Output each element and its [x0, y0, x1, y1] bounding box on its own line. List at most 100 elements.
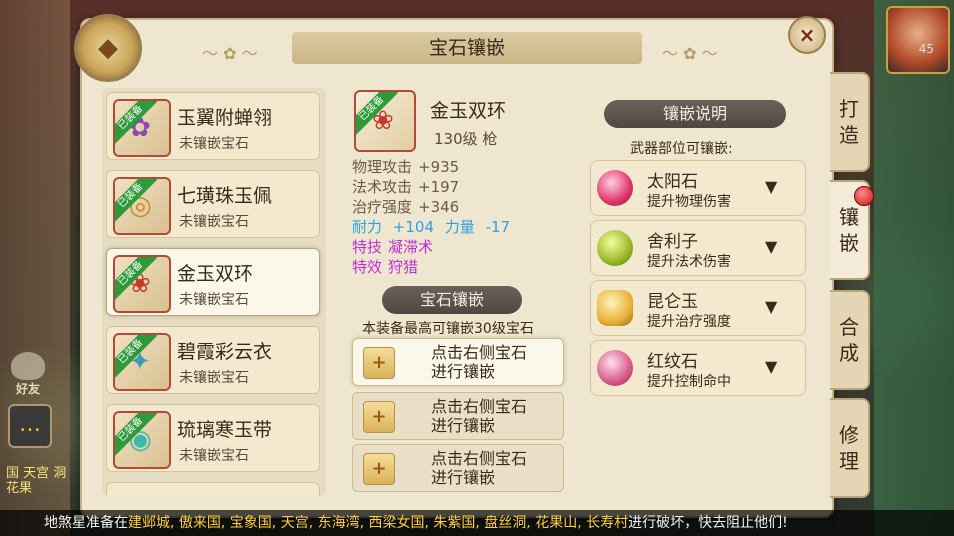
slot-hint-line: 点击右侧宝石: [431, 343, 528, 362]
gem-limit-text: 本装备最高可镶嵌30级宝石: [362, 321, 534, 337]
friend-button[interactable]: 好友: [8, 352, 48, 400]
red-stripe-stone-icon: [597, 350, 633, 386]
slot-hint-line: 点击右侧宝石: [431, 449, 528, 468]
stat-label: 物理攻击: [352, 158, 413, 176]
skill-value: 凝滞术: [388, 238, 434, 256]
tab-combine[interactable]: 合成: [830, 290, 870, 390]
dropdown-arrow-icon: ▼: [765, 237, 778, 256]
stat-row: 治疗强度 +346: [352, 196, 459, 217]
gem-desc: 提升物理伤害: [647, 194, 731, 210]
equipment-item-partial[interactable]: [106, 482, 320, 496]
detail-name: 金玉双环: [430, 100, 507, 122]
kunlun-jade-icon: [597, 290, 633, 326]
gem-option[interactable]: 舍利子 提升法术伤害 ▼: [590, 220, 806, 276]
equipment-name: 玉翼附蝉翎: [177, 107, 273, 129]
close-button[interactable]: ×: [788, 16, 826, 54]
stat-label: 法术攻击: [352, 178, 413, 196]
player-avatar[interactable]: [886, 6, 950, 74]
dropdown-arrow-icon: ▼: [765, 357, 778, 376]
plus-icon: +: [363, 347, 395, 379]
attr-value: +104: [392, 218, 434, 236]
gem-desc: 提升治疗强度: [647, 314, 731, 330]
friend-label: 好友: [15, 382, 40, 396]
slot-hint-line: 点击右侧宝石: [431, 397, 528, 416]
ticker-prefix: 地煞星准备在: [44, 515, 128, 531]
slot-hint-line: 进行镶嵌: [431, 468, 496, 487]
equipment-item[interactable]: ◎ 已装备 七璜珠玉佩 未镶嵌宝石: [106, 170, 320, 238]
gem-option[interactable]: 太阳石 提升物理伤害 ▼: [590, 160, 806, 216]
gem-name: 太阳石: [647, 172, 698, 192]
tab-label: 镶嵌: [839, 205, 859, 255]
attr-row: 耐力 +104 力量 -17: [352, 216, 510, 237]
plus-icon: +: [363, 401, 395, 433]
attr-label: 耐力: [352, 218, 383, 236]
equipment-icon: ◉ 已装备: [113, 411, 171, 469]
equipment-status: 未镶嵌宝石: [179, 214, 249, 230]
equipment-icon: ❀ 已装备: [113, 255, 171, 313]
equipment-status: 未镶嵌宝石: [179, 448, 249, 464]
equipment-icon: ✿ 已装备: [113, 99, 171, 157]
gem-option[interactable]: 昆仑玉 提升治疗强度 ▼: [590, 280, 806, 336]
slot-hint: 点击右侧宝石 进行镶嵌: [431, 449, 551, 487]
friend-icon: [11, 352, 45, 380]
ticker-suffix: 进行破坏，快去阻止他们!: [628, 515, 788, 531]
attr-label: 力量: [444, 218, 475, 236]
gem-name: 舍利子: [647, 232, 698, 252]
stat-row: 法术攻击 +197: [352, 176, 459, 197]
equipment-name: 七璜珠玉佩: [177, 185, 273, 207]
equipment-name: 金玉双环: [177, 263, 254, 285]
equipment-item[interactable]: ◉ 已装备 琉璃寒玉带 未镶嵌宝石: [106, 404, 320, 472]
gem-name: 昆仑玉: [647, 292, 698, 312]
stat-row: 物理攻击 +935: [352, 156, 459, 177]
gem-section-title: 宝石镶嵌: [382, 286, 522, 314]
stat-value: +346: [418, 198, 460, 216]
sarira-icon: [597, 230, 633, 266]
stat-value: +197: [418, 178, 460, 196]
gem-slot[interactable]: + 点击右侧宝石 进行镶嵌: [352, 338, 564, 386]
attr-value: -17: [485, 218, 511, 236]
dropdown-arrow-icon: ▼: [765, 177, 778, 196]
ticker-cities: 建邺城, 傲来国, 宝象国, 天宫, 东海湾, 西梁女国, 朱紫国, 盘丝洞, …: [128, 515, 629, 531]
gem-slot[interactable]: + 点击右侧宝石 进行镶嵌: [352, 392, 564, 440]
tab-forge[interactable]: 打造: [830, 72, 870, 172]
slot-hint: 点击右侧宝石 进行镶嵌: [431, 343, 551, 381]
equipment-status: 未镶嵌宝石: [179, 292, 249, 308]
gem-option[interactable]: 红纹石 提升控制命中 ▼: [590, 340, 806, 396]
left-message-text: 国 天宫 洞 花果: [6, 466, 67, 496]
gem-panel-caption: 武器部位可镶嵌:: [630, 141, 733, 157]
equipment-status: 未镶嵌宝石: [179, 370, 249, 386]
equipment-item[interactable]: ✦ 已装备 碧霞彩云衣 未镶嵌宝石: [106, 326, 320, 394]
tab-label: 修理: [839, 423, 859, 473]
skill-label: 特技: [352, 238, 383, 256]
chat-bubble-icon[interactable]: …: [8, 404, 52, 448]
gem-panel-title[interactable]: 镶嵌说明: [604, 100, 786, 128]
slot-hint-line: 进行镶嵌: [431, 362, 496, 381]
notification-dot-icon: [854, 186, 874, 206]
equipment-list[interactable]: ✿ 已装备 玉翼附蝉翎 未镶嵌宝石 ◎ 已装备 七璜珠玉佩 未镶嵌宝石 ❀ 已装…: [102, 88, 326, 496]
dropdown-arrow-icon: ▼: [765, 297, 778, 316]
tab-repair[interactable]: 修理: [830, 398, 870, 498]
skill-row: 特技 凝滞术: [352, 236, 433, 257]
effect-row: 特效 狩猎: [352, 256, 418, 277]
effect-label: 特效: [352, 258, 383, 276]
gem-desc: 提升控制命中: [647, 374, 731, 390]
window-title: 宝石镶嵌: [292, 32, 642, 64]
effect-value: 狩猎: [388, 258, 419, 276]
level-badge: 45: [918, 42, 934, 56]
background-left-scenery: [0, 0, 70, 536]
equipment-status: 未镶嵌宝石: [179, 136, 249, 152]
equipment-name: 琉璃寒玉带: [177, 419, 273, 441]
gem-name: 红纹石: [647, 352, 698, 372]
equipment-item-selected[interactable]: ❀ 已装备 金玉双环 未镶嵌宝石: [106, 248, 320, 316]
inlay-emblem-icon: ◆: [74, 14, 142, 82]
stat-value: +935: [418, 158, 460, 176]
equipment-item[interactable]: ✿ 已装备 玉翼附蝉翎 未镶嵌宝石: [106, 92, 320, 160]
detail-level: 130级 枪: [434, 130, 498, 148]
equipment-icon: ◎ 已装备: [113, 177, 171, 235]
equipment-icon: ✦ 已装备: [113, 333, 171, 391]
stat-label: 治疗强度: [352, 198, 413, 216]
gem-slot[interactable]: + 点击右侧宝石 进行镶嵌: [352, 444, 564, 492]
tab-label: 打造: [839, 97, 859, 147]
plus-icon: +: [363, 453, 395, 485]
background-right-scenery: [874, 0, 954, 536]
